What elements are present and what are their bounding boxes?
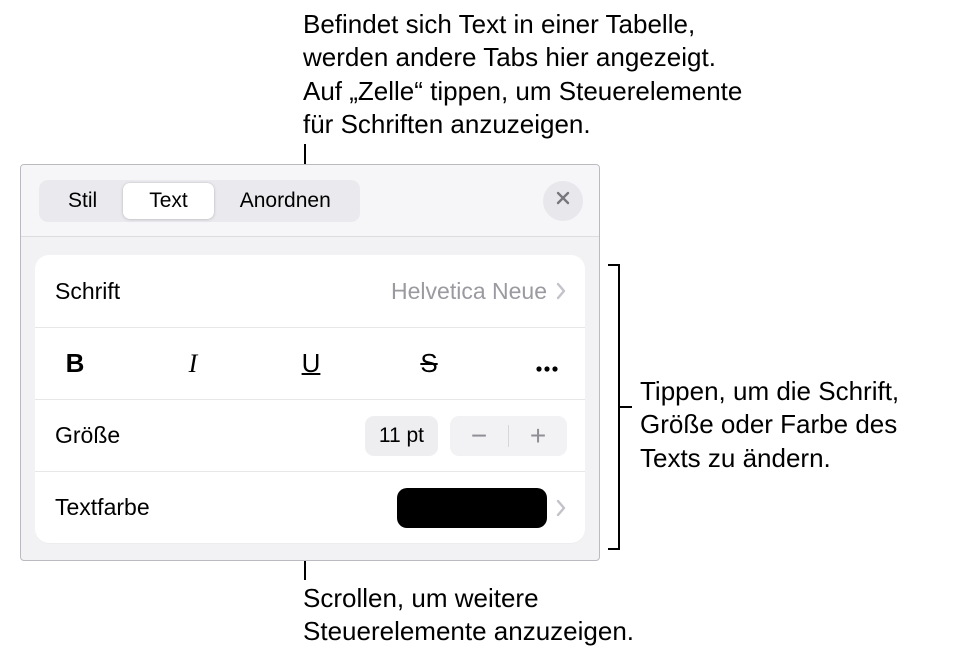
text-color-swatch[interactable]: [397, 488, 547, 528]
chevron-right-icon: [555, 498, 567, 518]
callout-top: Befindet sich Text in einer Tabelle, wer…: [303, 8, 823, 141]
text-options-card: Schrift Helvetica Neue B I U S: [35, 255, 585, 543]
close-button[interactable]: [543, 181, 583, 221]
callout-bottom: Scrollen, um weitere Steuerelemente anzu…: [303, 582, 723, 649]
font-label: Schrift: [55, 278, 120, 305]
tab-anordnen[interactable]: Anordnen: [214, 183, 357, 219]
size-label: Größe: [55, 422, 120, 449]
format-panel: Stil Text Anordnen Schrift Helvetica Neu…: [20, 164, 600, 561]
text-style-row: B I U S: [35, 327, 585, 399]
bold-button[interactable]: B: [55, 344, 95, 384]
underline-button[interactable]: U: [291, 344, 331, 384]
tab-text[interactable]: Text: [123, 183, 214, 219]
size-increase-button[interactable]: +: [509, 416, 567, 456]
size-value-button[interactable]: 11 pt: [365, 416, 438, 456]
strikethrough-button[interactable]: S: [409, 344, 449, 384]
text-color-row[interactable]: Textfarbe: [35, 471, 585, 543]
size-stepper: − +: [450, 416, 567, 456]
segmented-control: Stil Text Anordnen: [39, 180, 360, 222]
size-decrease-button[interactable]: −: [450, 416, 508, 456]
panel-toolbar: Stil Text Anordnen: [21, 165, 599, 237]
text-color-label: Textfarbe: [55, 494, 150, 521]
tab-stil[interactable]: Stil: [42, 183, 123, 219]
font-row[interactable]: Schrift Helvetica Neue: [35, 255, 585, 327]
size-row: Größe 11 pt − +: [35, 399, 585, 471]
more-options-button[interactable]: [527, 344, 567, 384]
close-icon: [555, 190, 571, 211]
italic-button[interactable]: I: [173, 344, 213, 384]
callout-right: Tippen, um die Schrift, Größe oder Farbe…: [640, 375, 950, 475]
more-icon: [536, 348, 558, 379]
font-value: Helvetica Neue: [391, 278, 547, 305]
chevron-right-icon: [555, 281, 567, 301]
